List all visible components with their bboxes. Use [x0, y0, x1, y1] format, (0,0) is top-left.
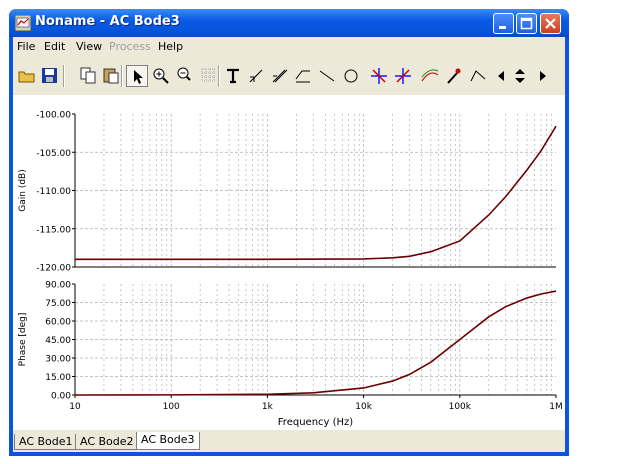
copy-icon	[80, 67, 96, 84]
y-tick-label: 45.00	[45, 336, 71, 346]
tab-ac-bode2[interactable]: AC Bode2	[75, 434, 139, 450]
menu-help[interactable]: Help	[158, 40, 183, 53]
y-tick-label: 60.00	[45, 318, 71, 328]
select-arrow-icon	[134, 70, 143, 84]
text-tool-button[interactable]	[222, 65, 244, 87]
y-axis-label: Phase [deg]	[18, 313, 28, 367]
line-tool-icon	[319, 70, 335, 82]
menu-file[interactable]: File	[17, 40, 35, 53]
copy-button[interactable]	[78, 65, 100, 87]
y-axis-label: Gain (dB)	[18, 169, 28, 211]
phase-trace	[74, 290, 557, 396]
bode-plot: -100.00 -105.00 -110.00 -115.00 -120.00 Gain …	[18, 111, 563, 429]
close-button[interactable]	[540, 13, 561, 34]
line-tool-button[interactable]	[316, 65, 338, 87]
cursor-a-button[interactable]	[368, 65, 390, 87]
circle-tool-button[interactable]	[340, 65, 362, 87]
probe-tool-icon	[447, 68, 461, 84]
title-bar[interactable]: Noname - AC Bode3	[9, 9, 569, 37]
app-icon	[15, 15, 31, 31]
polyline-tool-icon	[470, 70, 486, 82]
y-tick-label: -115.00	[36, 225, 71, 235]
tab-ac-bode1[interactable]: AC Bode1	[14, 434, 78, 450]
x-tick-label: 100	[163, 402, 180, 412]
minimize-icon	[499, 26, 506, 29]
y-tick-label: 0.00	[51, 392, 71, 402]
gain-chart: -100.00 -105.00 -110.00 -115.00 -120.00 Gain …	[18, 111, 557, 274]
toolbar	[13, 59, 565, 93]
open-folder-icon	[18, 71, 35, 83]
probe-tool-button[interactable]	[443, 65, 465, 87]
open-folder-button[interactable]	[16, 65, 38, 87]
tab-ac-bode3[interactable]: AC Bode3	[136, 432, 200, 450]
slope-tool-2-icon	[272, 69, 288, 83]
save-icon	[42, 68, 57, 83]
maximize-icon	[520, 17, 533, 30]
scroll-up-down-button[interactable]	[509, 65, 531, 87]
cursor-b-button[interactable]	[392, 65, 414, 87]
y-tick-label: -105.00	[36, 149, 71, 159]
phase-chart: 90.00 75.00 60.00 45.00 30.00 15.00 0.00 Phase …	[18, 281, 563, 429]
toolbar-separator	[63, 65, 65, 87]
save-button[interactable]	[39, 65, 61, 87]
select-arrow-button[interactable]	[126, 65, 148, 87]
y-tick-label: -110.00	[36, 187, 71, 197]
window-title: Noname - AC Bode3	[35, 14, 180, 29]
zoom-in-button[interactable]	[150, 65, 172, 87]
x-axis-label: Frequency (Hz)	[278, 417, 354, 428]
slope-tool-button[interactable]	[246, 65, 268, 87]
menu-view[interactable]: View	[76, 40, 102, 53]
cursor-a-icon	[371, 68, 387, 84]
menu-bar: File Edit View Process Help	[13, 37, 565, 56]
grid-button[interactable]	[198, 65, 220, 87]
polyline-tool-button[interactable]	[467, 65, 489, 87]
plot-area: -100.00 -105.00 -110.00 -115.00 -120.00 Gain …	[13, 95, 565, 430]
toolbar-separator	[218, 65, 220, 87]
slope-tool-3-icon	[295, 70, 310, 83]
maximize-button[interactable]	[516, 13, 537, 34]
x-tick-label: 10k	[355, 402, 372, 412]
y-tick-label: -120.00	[36, 264, 71, 274]
curve-tool-icon	[421, 69, 439, 82]
x-tick-label: 1M	[549, 402, 563, 412]
menu-edit[interactable]: Edit	[44, 40, 65, 53]
text-tool-icon	[227, 68, 239, 84]
grid-icon	[201, 68, 216, 82]
curve-tool-button[interactable]	[419, 65, 441, 87]
zoom-100-button[interactable]	[174, 65, 196, 87]
x-tick-label: 1k	[262, 402, 274, 412]
close-icon	[545, 18, 556, 29]
y-tick-label: 15.00	[45, 373, 71, 383]
zoom-in-icon	[153, 68, 169, 84]
paste-button[interactable]	[101, 65, 123, 87]
scroll-right-icon	[540, 71, 546, 81]
cursor-b-icon	[395, 68, 411, 84]
tab-strip: AC Bode1 AC Bode2 AC Bode3	[13, 432, 565, 452]
x-tick-label: 100k	[449, 402, 472, 412]
circle-tool-icon	[344, 69, 358, 83]
y-tick-label: 75.00	[45, 299, 71, 309]
slope-tool-3-button[interactable]	[292, 65, 314, 87]
menu-process[interactable]: Process	[109, 40, 151, 53]
y-tick-label: 90.00	[45, 281, 71, 291]
slope-tool-2-button[interactable]	[269, 65, 291, 87]
toolbar-separator	[121, 65, 123, 87]
paste-icon	[103, 68, 119, 84]
app-window: Noname - AC Bode3 File Edit View Process…	[9, 9, 569, 456]
y-tick-label: 30.00	[45, 355, 71, 365]
gain-trace	[75, 125, 557, 261]
x-tick-label: 10	[69, 402, 81, 412]
scroll-right-button[interactable]	[533, 65, 555, 87]
y-tick-label: -100.00	[36, 111, 71, 121]
client-area: File Edit View Process Help -100.00 -105.…	[13, 37, 565, 452]
slope-tool-icon	[249, 69, 263, 83]
zoom-100-icon	[177, 67, 191, 81]
minimize-button[interactable]	[493, 13, 514, 34]
scroll-up-down-icon	[515, 69, 525, 83]
